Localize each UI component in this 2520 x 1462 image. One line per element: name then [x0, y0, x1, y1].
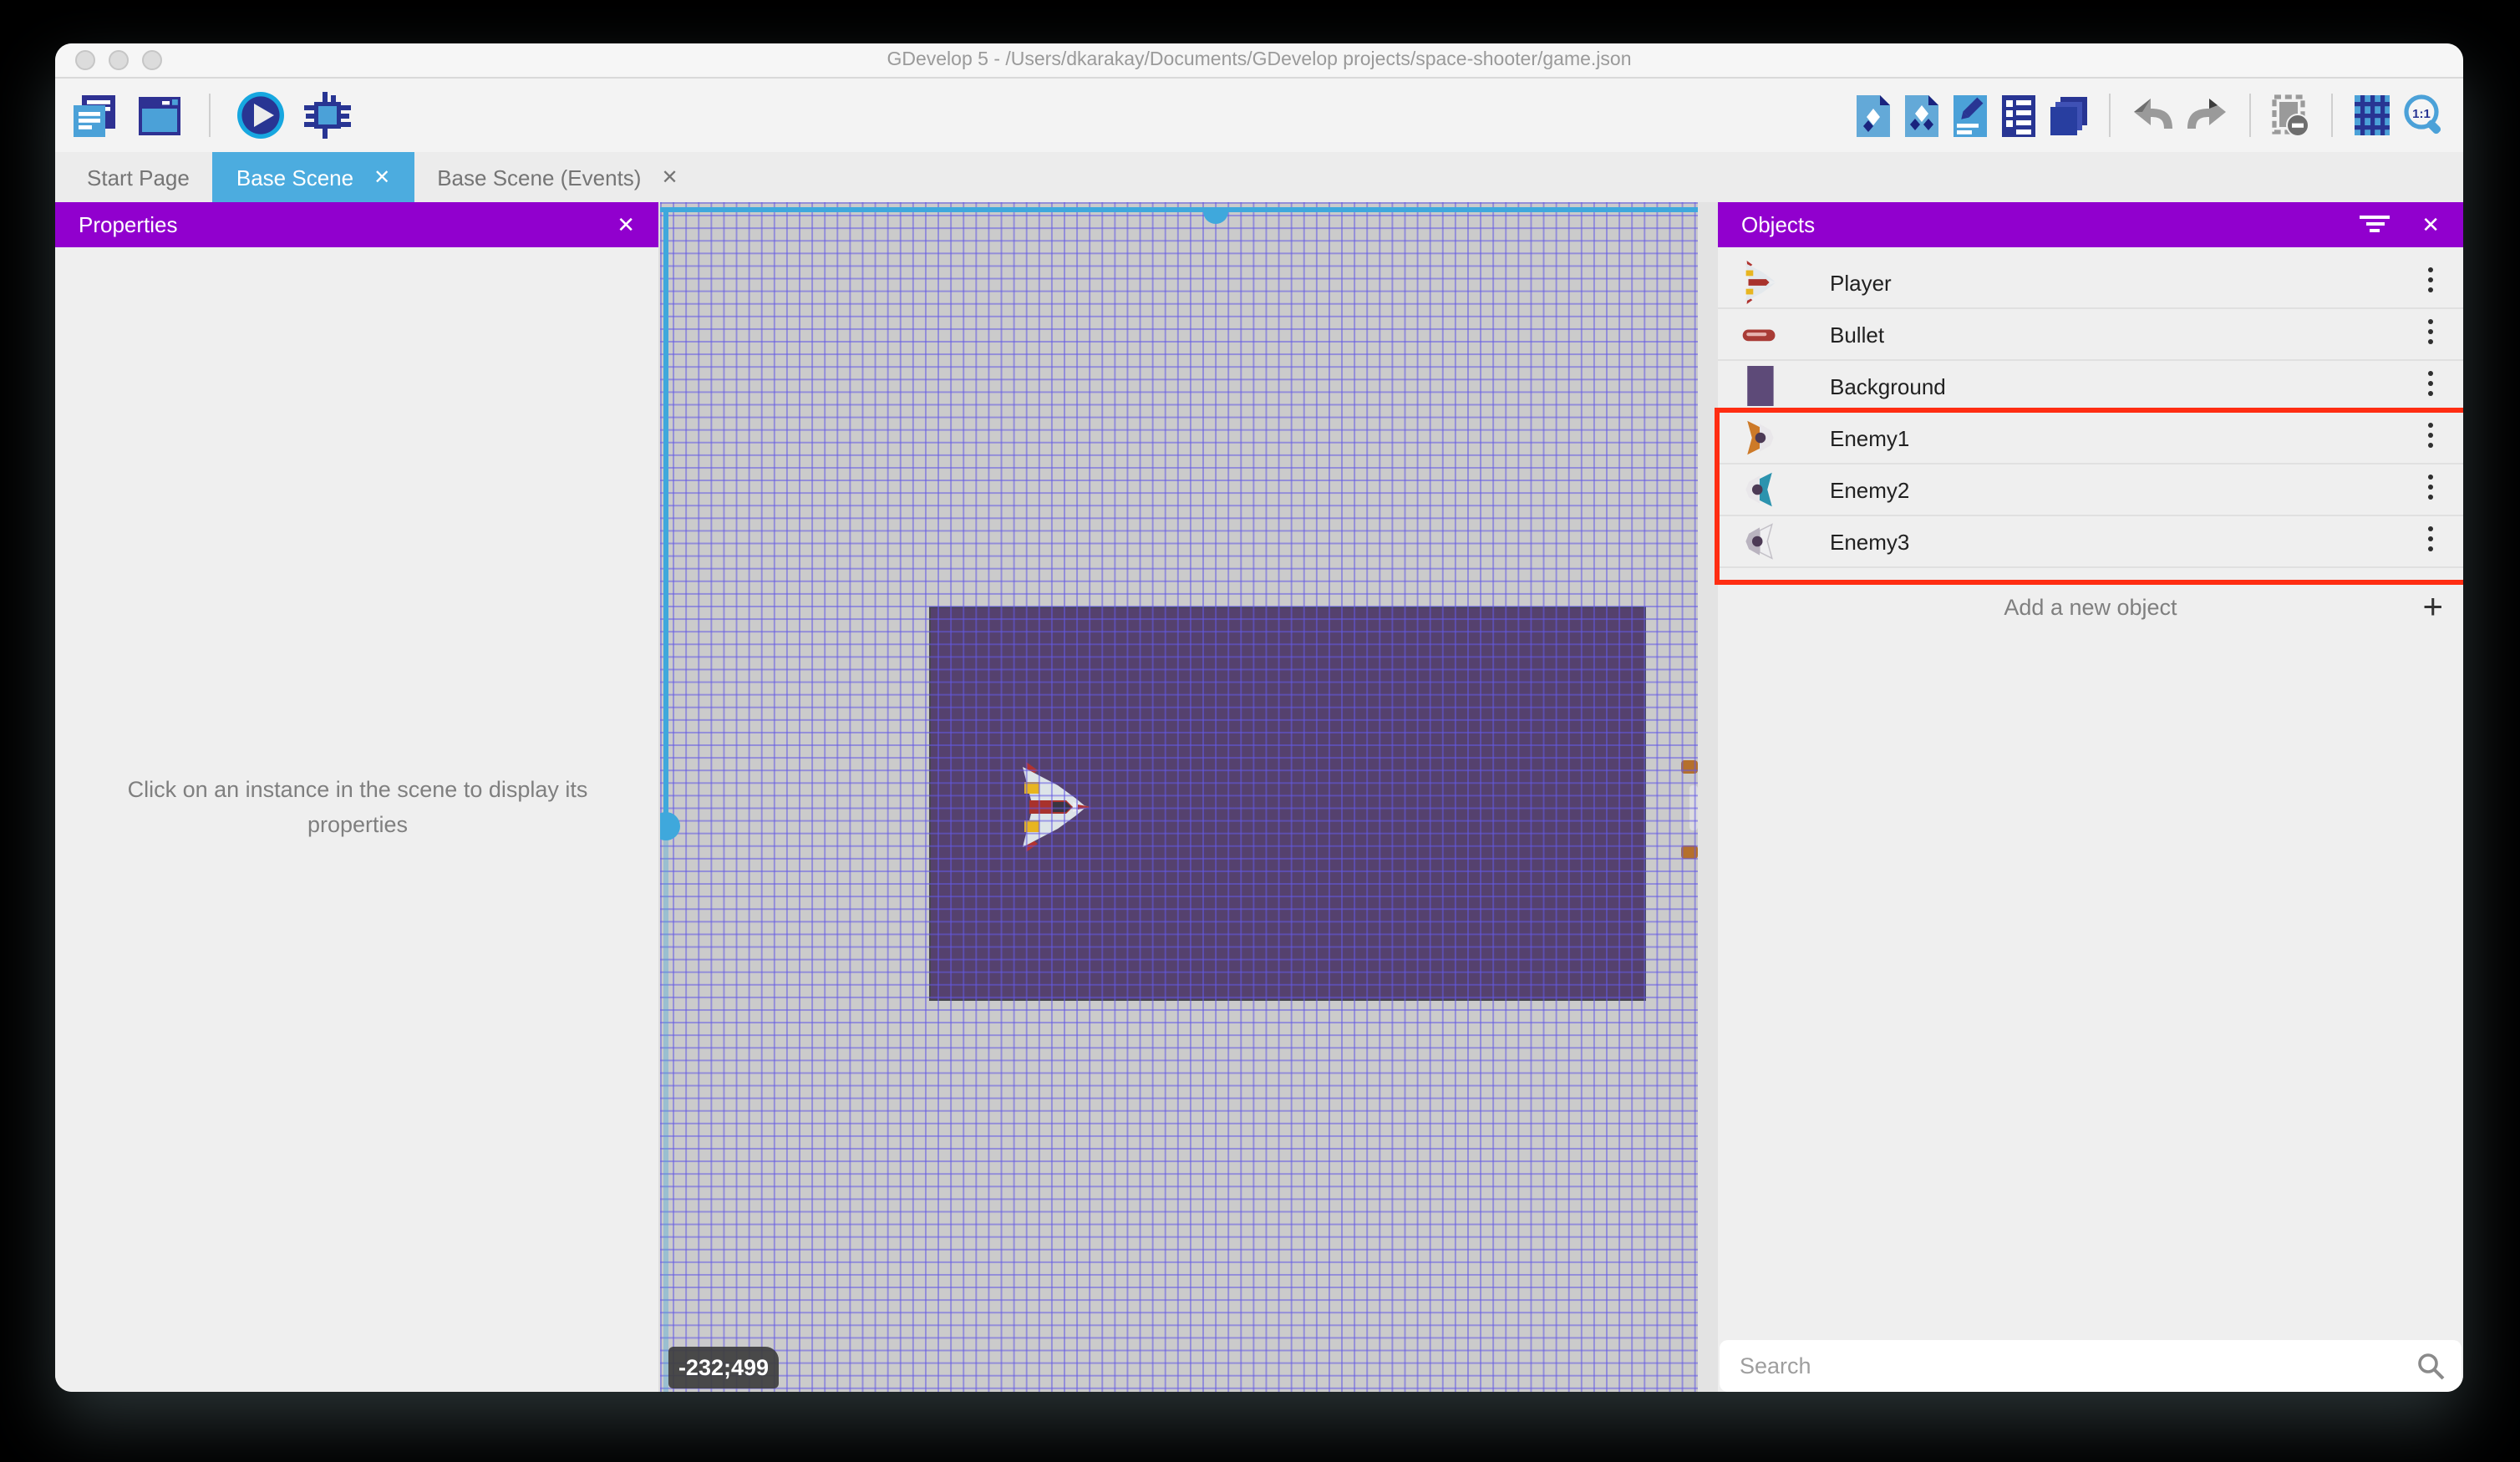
enemy3-ship-icon [1738, 520, 1781, 563]
tab-label: Base Scene [236, 165, 353, 190]
canvas-scrollbar-strip[interactable] [1698, 202, 1718, 1392]
objects-panel-title: Objects [1741, 212, 1815, 237]
properties-empty-message: Click on an instance in the scene to dis… [82, 774, 633, 844]
toolbar-left-group [70, 90, 353, 140]
canvas-grid [660, 202, 1698, 1392]
object-menu-icon[interactable] [2428, 371, 2433, 401]
tab-base-scene[interactable]: Base Scene ✕ [213, 152, 414, 202]
close-tab-icon[interactable]: ✕ [373, 165, 390, 189]
toolbar-divider [2249, 94, 2251, 137]
layers-icon[interactable] [2049, 93, 2089, 138]
gdevelop-window: GDevelop 5 - /Users/dkarakay/Documents/G… [55, 43, 2463, 1392]
cursor-coordinates-badge: -232;499 [668, 1347, 779, 1388]
object-groups-icon[interactable] [1903, 93, 1940, 138]
object-menu-icon[interactable] [2428, 423, 2433, 453]
object-name: Enemy2 [1830, 477, 1909, 502]
scene-border-left [663, 207, 668, 825]
titlebar: GDevelop 5 - /Users/dkarakay/Documents/G… [55, 43, 2463, 79]
bullet-icon [1738, 312, 1781, 356]
add-object-row[interactable]: Add a new object + [1718, 581, 2463, 632]
player-ship-icon [1738, 261, 1781, 304]
filter-icon[interactable] [2360, 216, 2390, 236]
project-manager-icon[interactable] [70, 91, 119, 140]
close-panel-icon[interactable]: ✕ [617, 211, 635, 238]
play-icon[interactable] [236, 90, 286, 140]
object-row-bullet[interactable]: Bullet [1718, 309, 2463, 361]
undo-icon[interactable] [2131, 94, 2174, 137]
window-mask-icon[interactable] [2271, 93, 2311, 138]
enemy2-ship-icon [1738, 468, 1781, 511]
objects-panel: Objects ✕ Player [1718, 202, 2463, 1392]
object-row-background[interactable]: Background [1718, 361, 2463, 413]
tab-label: Base Scene (Events) [437, 165, 641, 190]
toolbar-divider [2109, 94, 2111, 137]
grid-icon[interactable] [2353, 94, 2391, 137]
close-tab-icon[interactable]: ✕ [661, 165, 678, 189]
toolbar-divider [209, 94, 211, 137]
close-panel-icon[interactable]: ✕ [2421, 211, 2440, 238]
properties-panel-header: Properties ✕ [55, 202, 658, 247]
zoom-1-1-icon[interactable]: 1:1 [2403, 94, 2446, 137]
tab-bar: Start Page Base Scene ✕ Base Scene (Even… [55, 152, 2463, 202]
object-name: Background [1830, 373, 1946, 398]
add-object-plus-icon[interactable]: + [2422, 589, 2443, 624]
enemy1-ship-icon [1738, 416, 1781, 459]
object-menu-icon[interactable] [2428, 526, 2433, 556]
object-name: Enemy1 [1830, 425, 1909, 450]
tab-label: Start Page [87, 165, 190, 190]
scene-border-left-faded [663, 825, 668, 1392]
object-menu-icon[interactable] [2428, 475, 2433, 505]
tab-base-scene-events[interactable]: Base Scene (Events) ✕ [414, 152, 701, 202]
object-search [1720, 1340, 2462, 1392]
svg-text:1:1: 1:1 [2412, 107, 2431, 121]
object-name: Enemy3 [1830, 529, 1909, 554]
main-toolbar: 1:1 [55, 79, 2463, 152]
screenshot-stage: GDevelop 5 - /Users/dkarakay/Documents/G… [0, 0, 2520, 1462]
object-name: Player [1830, 270, 1892, 295]
redo-icon[interactable] [2186, 94, 2229, 137]
tab-start-page[interactable]: Start Page [64, 152, 213, 202]
scene-canvas[interactable]: -232;499 [660, 202, 1718, 1392]
debug-icon[interactable] [302, 90, 353, 140]
object-name: Bullet [1830, 322, 1884, 347]
object-row-enemy1[interactable]: Enemy1 [1718, 413, 2463, 464]
object-menu-icon[interactable] [2428, 267, 2433, 297]
object-row-enemy2[interactable]: Enemy2 [1718, 464, 2463, 516]
objects-panel-header: Objects ✕ [1718, 202, 2463, 247]
search-icon [2416, 1352, 2445, 1380]
object-search-input[interactable] [1720, 1353, 2416, 1378]
properties-panel: Properties ✕ Click on an instance in the… [55, 202, 660, 1392]
edit-properties-icon[interactable] [1952, 93, 1989, 138]
properties-panel-title: Properties [79, 212, 178, 237]
toolbar-divider [2331, 94, 2333, 137]
add-object-label: Add a new object [1718, 594, 2463, 619]
toolbar-right-group: 1:1 [1855, 93, 2446, 138]
object-row-enemy3[interactable]: Enemy3 [1718, 516, 2463, 568]
objects-list-icon[interactable] [1855, 93, 1892, 138]
object-menu-icon[interactable] [2428, 319, 2433, 349]
instances-list-icon[interactable] [2000, 93, 2037, 138]
object-row-player[interactable]: Player [1718, 257, 2463, 309]
open-scene-window-icon[interactable] [135, 91, 184, 140]
scene-border-top [660, 207, 1698, 211]
background-icon [1738, 364, 1781, 408]
window-title: GDevelop 5 - /Users/dkarakay/Documents/G… [55, 50, 2463, 70]
editor-content: Properties ✕ Click on an instance in the… [55, 202, 2463, 1392]
objects-list: Player Bullet Background [1718, 257, 2463, 568]
